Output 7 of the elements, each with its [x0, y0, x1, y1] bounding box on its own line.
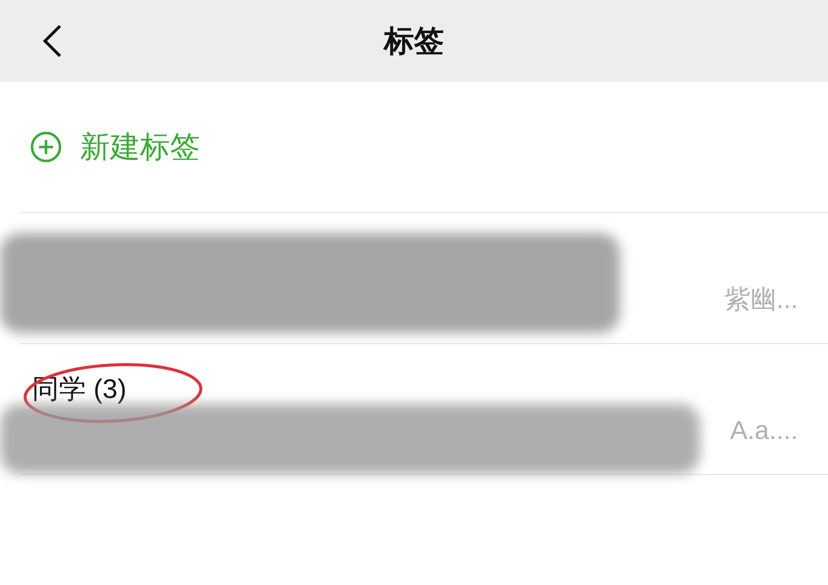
new-tag-button[interactable]: 新建标签: [0, 82, 200, 212]
tag-row[interactable]: 紫幽...: [0, 213, 828, 343]
tag-members: 紫幽...: [724, 282, 798, 316]
tag-members: A.a....: [730, 414, 798, 446]
add-circle-icon: [30, 131, 62, 163]
nav-title: 标签: [384, 24, 444, 60]
back-icon: [42, 24, 62, 58]
